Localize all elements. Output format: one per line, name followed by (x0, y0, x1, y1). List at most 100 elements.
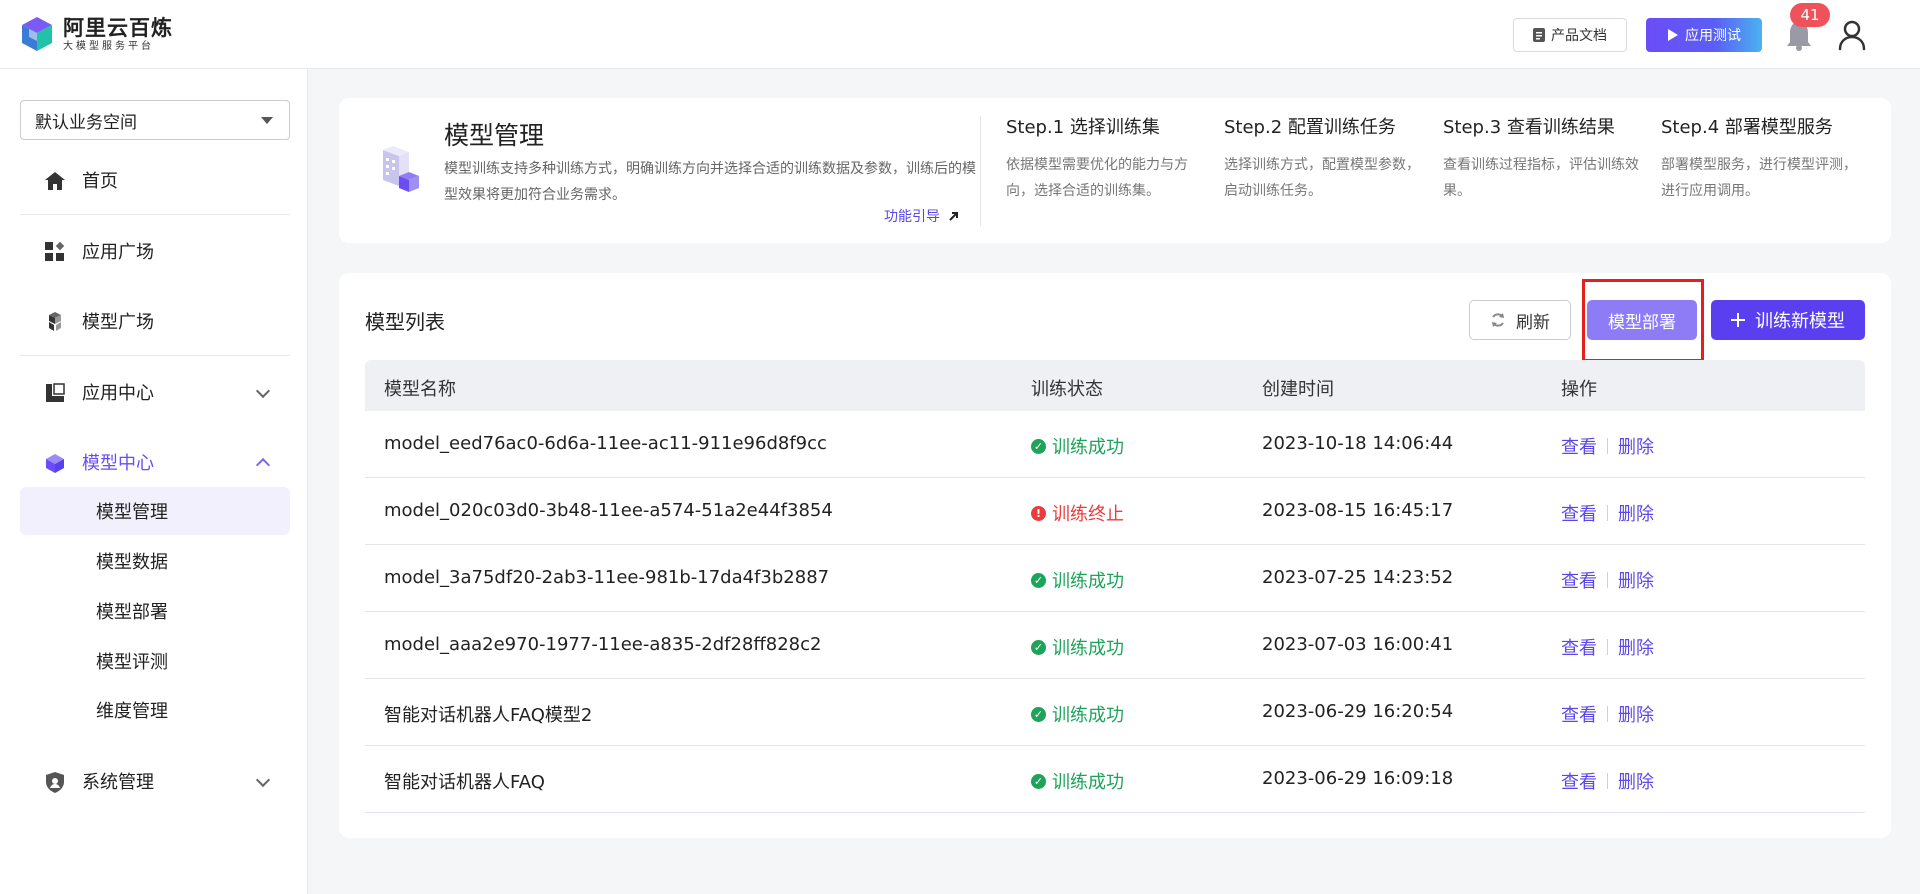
refresh-button[interactable]: 刷新 (1469, 300, 1571, 340)
check-circle-icon: ✓ (1031, 639, 1046, 655)
chevron-down-icon (255, 772, 271, 788)
training-status: ✓ 训练成功 (1031, 768, 1124, 794)
sidebar: 默认业务空间 首页 应用广场 模型广场 应用中心 模型中心 模型管理 模型数据 … (0, 69, 308, 894)
sidebar-item-label: 模型广场 (82, 312, 154, 333)
sidebar-subitem-model-management[interactable]: 模型管理 (20, 487, 290, 535)
training-status-label: 训练终止 (1052, 504, 1124, 525)
step-desc: 选择训练方式，配置模型参数，启动训练任务。 (1224, 157, 1420, 199)
table-row: 智能对话机器人FAQ ✓ 训练成功 2023-06-29 16:09:18 查看 删除 (365, 746, 1865, 813)
check-circle-icon: ✓ (1031, 773, 1046, 789)
app-test-label: 应用测试 (1685, 28, 1741, 44)
sidebar-item-app-square[interactable]: 应用广场 (20, 227, 290, 275)
page-title: 模型管理 (444, 121, 545, 150)
row-actions: 查看 删除 (1561, 634, 1654, 660)
step-desc: 部署模型服务，进行模型评测，进行应用调用。 (1661, 157, 1857, 199)
delete-link[interactable]: 删除 (1618, 567, 1654, 593)
sidebar-subitem-model-eval[interactable]: 模型评测 (20, 637, 290, 685)
row-actions: 查看 删除 (1561, 500, 1654, 526)
view-link[interactable]: 查看 (1561, 634, 1597, 660)
page-description: 模型训练支持多种训练方式，明确训练方向并选择合适的训练数据及参数，训练后的模型效… (444, 161, 976, 203)
list-title: 模型列表 (365, 310, 445, 334)
sidebar-item-home[interactable]: 首页 (20, 156, 290, 204)
check-circle-icon: ✓ (1031, 438, 1046, 454)
check-circle-icon: ✓ (1031, 572, 1046, 588)
model-name: model_3a75df20-2ab3-11ee-981b-17da4f3b28… (384, 567, 830, 588)
separator (1607, 773, 1608, 789)
app-test-button[interactable]: 应用测试 (1646, 18, 1762, 52)
delete-link[interactable]: 删除 (1618, 634, 1654, 660)
logo[interactable]: 阿里云百炼 大模型服务平台 (19, 15, 173, 53)
row-actions: 查看 删除 (1561, 701, 1654, 727)
table-row: model_eed76ac0-6d6a-11ee-ac11-911e96d8f9… (365, 411, 1865, 478)
top-header: 阿里云百炼 大模型服务平台 产品文档 应用测试 41 (0, 0, 1920, 69)
training-status: ✓ 训练成功 (1031, 567, 1124, 593)
model-name: model_aaa2e970-1977-11ee-a835-2df28ff828… (384, 634, 822, 655)
sidebar-subitem-label: 模型管理 (96, 502, 168, 523)
play-icon (1668, 29, 1678, 41)
workspace-select[interactable]: 默认业务空间 (20, 100, 290, 140)
divider (20, 355, 290, 356)
plus-icon (1731, 313, 1745, 327)
separator (1607, 706, 1608, 722)
table-row: 智能对话机器人FAQ模型2 ✓ 训练成功 2023-06-29 16:20:54 查看删… (365, 679, 1865, 746)
sidebar-item-app-center[interactable]: 应用中心 (20, 368, 290, 416)
delete-link[interactable]: 删除 (1618, 500, 1654, 526)
sidebar-subitem-label: 模型部署 (96, 602, 168, 623)
sidebar-item-model-square[interactable]: 模型广场 (20, 297, 290, 345)
step-title: Step.4 部署模型服务 (1661, 117, 1833, 138)
step-title: Step.3 查看训练结果 (1443, 117, 1615, 138)
sidebar-item-system-management[interactable]: 系统管理 (20, 757, 290, 805)
delete-link[interactable]: 删除 (1618, 701, 1654, 727)
training-status: ✓ 训练成功 (1031, 433, 1124, 459)
step-desc: 查看训练过程指标，评估训练效果。 (1443, 157, 1639, 199)
delete-link[interactable]: 删除 (1618, 433, 1654, 459)
user-avatar-icon[interactable] (1837, 19, 1867, 51)
row-actions: 查看 删除 (1561, 567, 1654, 593)
model-name: model_eed76ac0-6d6a-11ee-ac11-911e96d8f9… (384, 433, 827, 454)
alert-circle-icon: ! (1031, 505, 1046, 521)
workspace-value: 默认业务空间 (35, 112, 137, 133)
view-link[interactable]: 查看 (1561, 433, 1597, 459)
intro-card: 模型管理 模型训练支持多种训练方式，明确训练方向并选择合适的训练数据及参数，训练… (339, 98, 1891, 243)
view-link[interactable]: 查看 (1561, 567, 1597, 593)
training-status-label: 训练成功 (1052, 772, 1124, 793)
step-title: Step.1 选择训练集 (1006, 117, 1160, 138)
table-row: model_3a75df20-2ab3-11ee-981b-17da4f3b28… (365, 545, 1865, 612)
sidebar-subitem-model-deploy[interactable]: 模型部署 (20, 587, 290, 635)
column-header-name: 模型名称 (384, 379, 456, 400)
model-deploy-button[interactable]: 模型部署 (1587, 300, 1697, 340)
sidebar-item-model-center[interactable]: 模型中心 (20, 438, 290, 486)
view-link[interactable]: 查看 (1561, 500, 1597, 526)
sidebar-subitem-model-data[interactable]: 模型数据 (20, 537, 290, 585)
sidebar-subitem-label: 维度管理 (96, 701, 168, 722)
view-link[interactable]: 查看 (1561, 701, 1597, 727)
model-name: model_020c03d0-3b48-11ee-a574-51a2e44f38… (384, 500, 833, 521)
check-circle-icon: ✓ (1031, 706, 1046, 722)
caret-down-icon (261, 117, 273, 124)
chevron-up-icon (255, 457, 271, 473)
sidebar-item-label: 应用广场 (82, 242, 154, 263)
model-list-card: 模型列表 刷新 模型部署 训练新模型 模型名称 训练状态 创建时间 操作 mod… (339, 273, 1891, 838)
sidebar-subitem-dimension-management[interactable]: 维度管理 (20, 686, 290, 734)
column-header-created: 创建时间 (1262, 379, 1334, 400)
cubes-icon (49, 312, 61, 331)
document-icon (1533, 28, 1545, 42)
logo-cube-icon (22, 17, 52, 51)
table-row: model_020c03d0-3b48-11ee-a574-51a2e44f38… (365, 478, 1865, 545)
feature-guide-link[interactable]: 功能引导 (884, 206, 959, 226)
step-3: Step.3 查看训练结果 查看训练过程指标，评估训练效果。 (1443, 116, 1643, 204)
sidebar-item-label: 系统管理 (82, 772, 154, 793)
arrow-up-right-icon (949, 211, 958, 221)
feature-guide-label: 功能引导 (884, 209, 940, 225)
product-docs-button[interactable]: 产品文档 (1513, 18, 1627, 52)
divider (980, 116, 981, 226)
refresh-icon (1492, 313, 1504, 327)
created-time: 2023-06-29 16:20:54 (1262, 701, 1454, 722)
table-row: model_aaa2e970-1977-11ee-a835-2df28ff828… (365, 612, 1865, 679)
logo-title: 阿里云百炼 (63, 15, 173, 40)
step-2: Step.2 配置训练任务 选择训练方式，配置模型参数，启动训练任务。 (1224, 116, 1424, 204)
model-deploy-label: 模型部署 (1608, 312, 1676, 333)
train-new-model-button[interactable]: 训练新模型 (1711, 300, 1865, 340)
view-link[interactable]: 查看 (1561, 768, 1597, 794)
delete-link[interactable]: 删除 (1618, 768, 1654, 794)
